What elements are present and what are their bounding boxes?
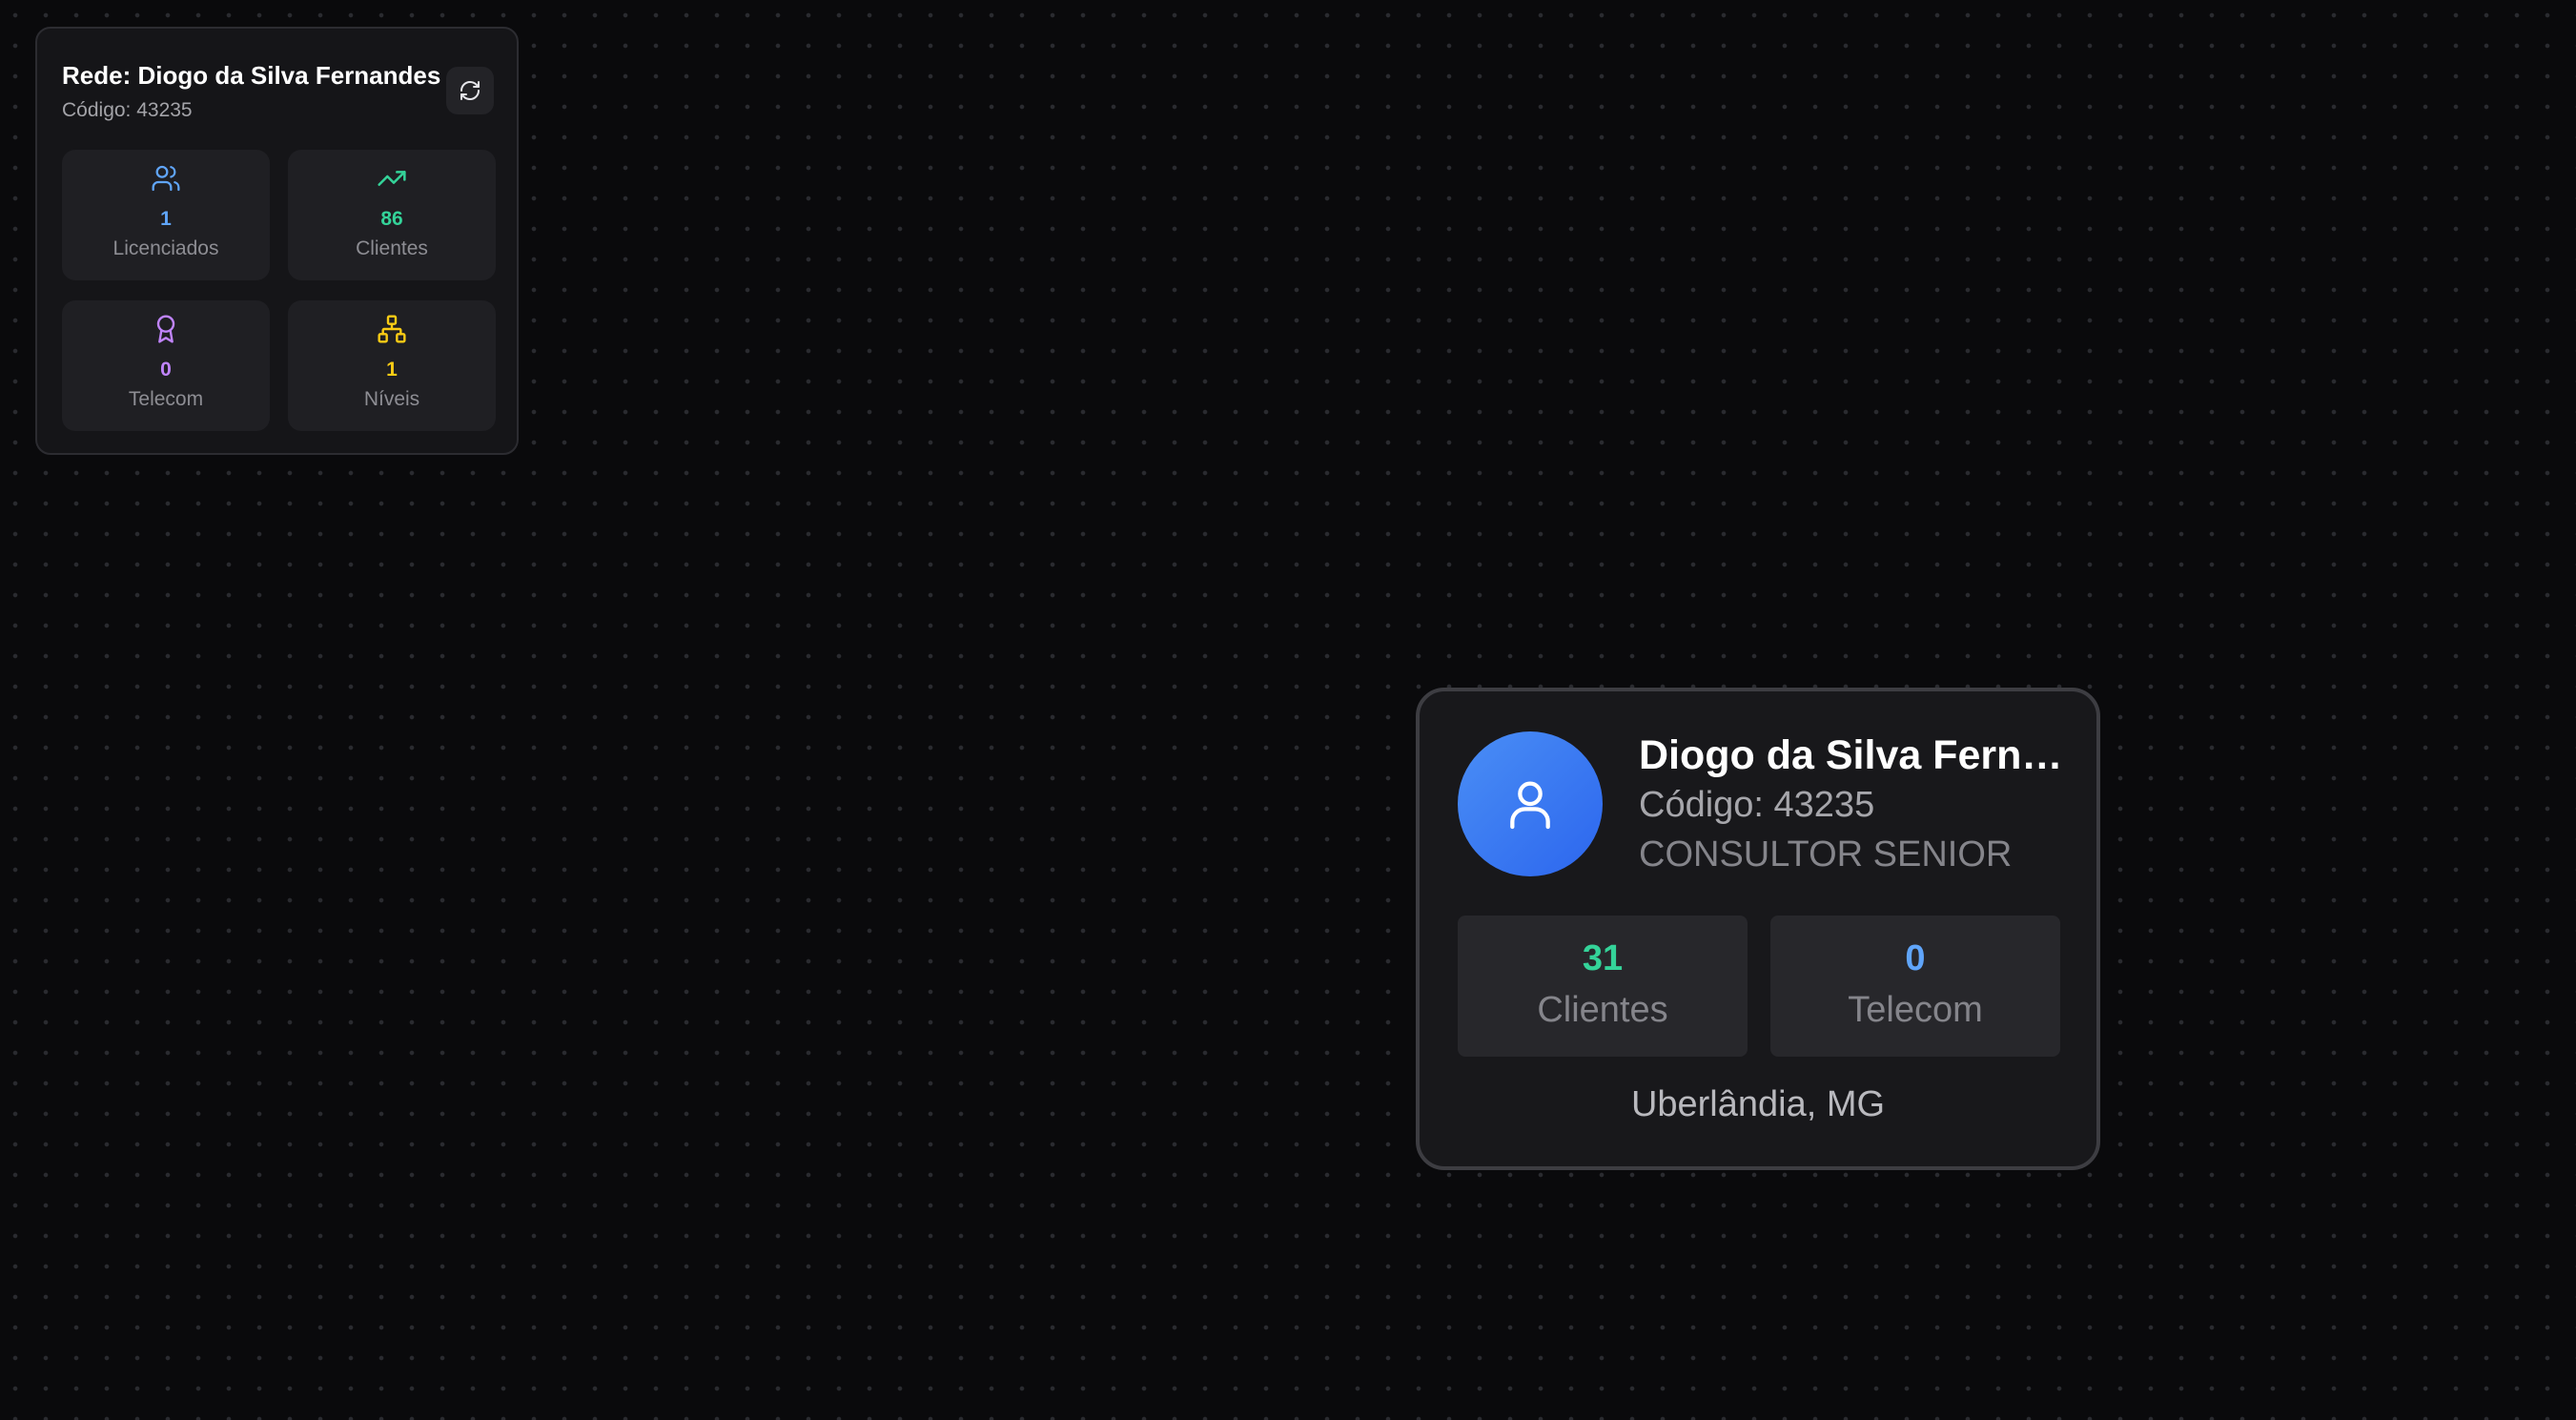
node-stat-telecom: 0 Telecom xyxy=(1770,916,2060,1057)
award-icon xyxy=(156,315,175,343)
network-summary-panel: Rede: Diogo da Silva Fernandes Código: 4… xyxy=(35,27,519,455)
stat-tile-licenciados: 1 Licenciados xyxy=(62,150,270,280)
avatar xyxy=(1458,731,1603,876)
stat-tile-telecom: 0 Telecom xyxy=(62,300,270,431)
refresh-button[interactable] xyxy=(446,67,494,114)
users-icon xyxy=(152,165,180,192)
trending-up-icon xyxy=(378,171,406,186)
network-icon xyxy=(378,315,406,343)
node-stat-value-clientes: 31 xyxy=(1582,938,1624,978)
stat-label-telecom: Telecom xyxy=(128,388,204,410)
node-stat-label-clientes: Clientes xyxy=(1537,990,1668,1030)
stat-value-niveis: 1 xyxy=(386,359,398,381)
stat-value-clientes: 86 xyxy=(380,208,403,230)
node-stat-label-telecom: Telecom xyxy=(1848,990,1983,1030)
node-stat-value-telecom: 0 xyxy=(1905,938,1926,978)
stat-value-telecom: 0 xyxy=(160,359,172,381)
node-rank: CONSULTOR SENIOR xyxy=(1639,834,2013,875)
node-stat-clientes: 31 Clientes xyxy=(1458,916,1748,1057)
stat-label-niveis: Níveis xyxy=(363,388,420,410)
node-location: Uberlândia, MG xyxy=(1630,1084,1886,1124)
stat-label-clientes: Clientes xyxy=(356,237,428,259)
stat-value-licenciados: 1 xyxy=(160,208,172,230)
stat-tile-clientes: 86 Clientes xyxy=(288,150,496,280)
node-name: Diogo da Silva Ferna... xyxy=(1639,732,2068,778)
node-code: Código: 43235 xyxy=(1639,785,1875,825)
panel-title: Rede: Diogo da Silva Fernandes xyxy=(62,61,441,90)
user-icon xyxy=(1510,781,1550,830)
panel-code: Código: 43235 xyxy=(62,99,193,121)
stat-label-licenciados: Licenciados xyxy=(112,237,219,259)
refresh-icon xyxy=(460,81,480,100)
stat-tile-niveis: 1 Níveis xyxy=(288,300,496,431)
network-node-card[interactable]: Diogo da Silva Ferna... Código: 43235 CO… xyxy=(1416,688,2100,1170)
